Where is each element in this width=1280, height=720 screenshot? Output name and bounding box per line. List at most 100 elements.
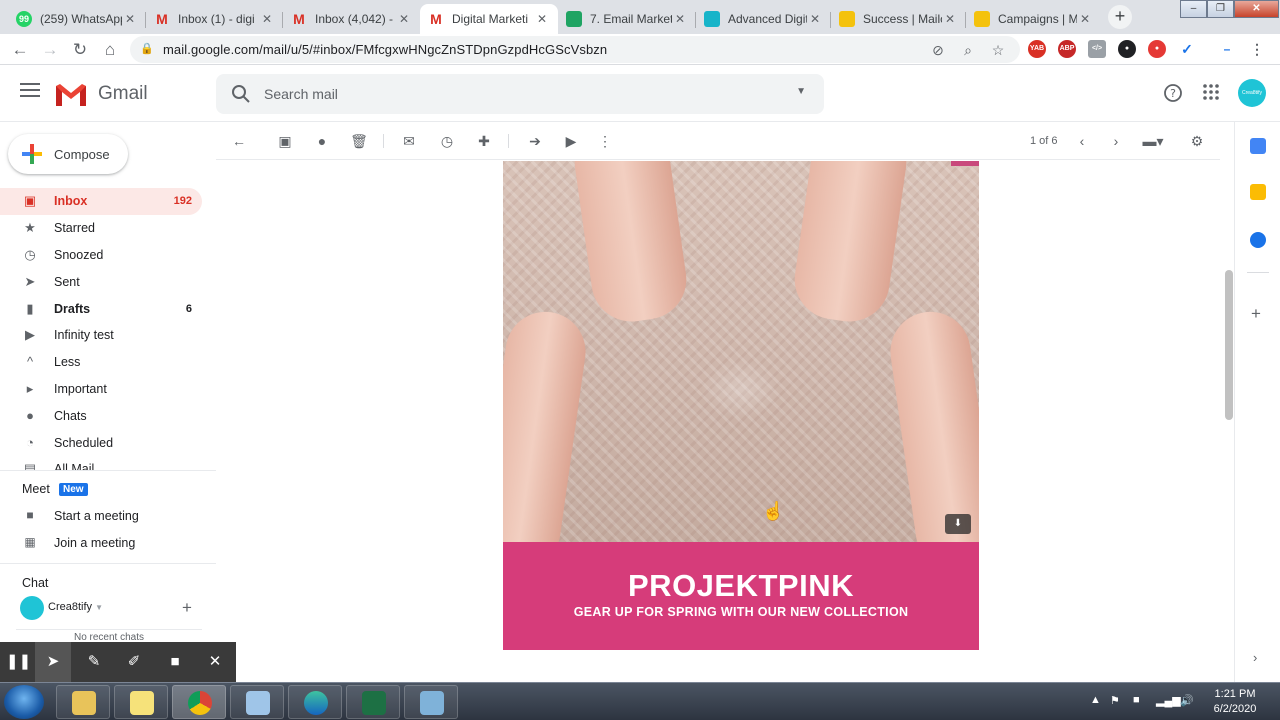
search-icon[interactable] — [230, 83, 252, 105]
browser-tab[interactable]: M Digital Marketi ✕ — [420, 4, 558, 34]
archive-icon[interactable]: ▣ — [276, 132, 294, 150]
minimize-button[interactable]: – — [1180, 0, 1207, 18]
sidebar-item-scheduled[interactable]: ◔ Scheduled — [0, 429, 202, 456]
sidebar-item-infinity-test[interactable]: ▶ Infinity test — [0, 322, 202, 349]
check-extension-icon[interactable]: ✓ — [1178, 40, 1196, 58]
address-bar[interactable]: 🔒 mail.google.com/mail/u/5/#inbox/FMfcgx… — [130, 36, 1020, 63]
keep-icon[interactable] — [1250, 184, 1266, 200]
close-recorder-icon[interactable]: ✕ — [204, 652, 226, 672]
apps-grid-icon[interactable] — [1200, 83, 1222, 105]
bookmark-star-icon[interactable]: ☆ — [988, 40, 1008, 60]
abp-extension-icon[interactable]: ABP — [1058, 40, 1076, 58]
join-meeting-item[interactable]: ▦ Join a meeting — [0, 530, 216, 556]
back-icon[interactable]: ← — [8, 38, 32, 62]
settings-gear-icon[interactable]: ⚙ — [1188, 132, 1206, 150]
volume-icon[interactable]: 🔊 — [1180, 694, 1194, 707]
compose-button[interactable]: Compose — [8, 134, 128, 174]
taskbar-notes[interactable] — [114, 685, 168, 719]
close-tab-icon[interactable]: ✕ — [942, 12, 958, 26]
browser-tab[interactable]: 99 (259) WhatsApp ✕ — [8, 4, 146, 34]
highlighter-icon[interactable]: ✐ — [123, 652, 145, 672]
delete-icon[interactable]: 🗑 — [350, 132, 368, 150]
mark-unread-icon[interactable]: ✉ — [400, 132, 418, 150]
pen-icon[interactable]: ✎ — [83, 652, 105, 672]
close-window-button[interactable]: ✕ — [1234, 0, 1279, 18]
search-options-icon[interactable]: ▼ — [796, 86, 806, 97]
label-icon[interactable]: ▶ — [562, 132, 580, 150]
taskbar-excel[interactable] — [346, 685, 400, 719]
sidebar-item-inbox[interactable]: ▣ Inbox 192 — [0, 188, 202, 215]
more-options-icon[interactable]: ⋮ — [596, 132, 614, 150]
network-signal-icon[interactable]: ▂▄▆ — [1156, 694, 1181, 707]
sidebar-item-chats[interactable]: ● Chats — [0, 402, 202, 429]
system-clock[interactable]: 1:21 PM 6/2/2020 — [1200, 687, 1270, 717]
sidebar-item-drafts[interactable]: ▮ Drafts 6 — [0, 295, 202, 322]
get-addons-icon[interactable]: + — [1251, 304, 1261, 324]
taskbar-explorer[interactable] — [56, 685, 110, 719]
zoom-icon[interactable]: ⌕ — [958, 40, 978, 60]
code-extension-icon[interactable]: </> — [1088, 40, 1106, 58]
browser-tab[interactable]: 7. Email Market ✕ — [558, 4, 696, 34]
scrollbar[interactable] — [1222, 160, 1234, 682]
security-icon[interactable]: ■ — [1133, 694, 1140, 706]
home-icon[interactable]: ⌂ — [98, 38, 122, 62]
browser-tab[interactable]: Advanced Digit ✕ — [696, 4, 831, 34]
start-meeting-item[interactable]: ■ Start a meeting — [0, 503, 216, 529]
reload-icon[interactable]: ↻ — [68, 38, 92, 62]
action-center-flag-icon[interactable]: ⚑ — [1110, 694, 1120, 707]
close-tab-icon[interactable]: ✕ — [672, 12, 688, 26]
extension-icon[interactable]: – — [1218, 40, 1236, 58]
show-hidden-icons[interactable]: ▲ — [1090, 694, 1101, 706]
close-tab-icon[interactable]: ✕ — [807, 12, 823, 26]
new-tab-button[interactable]: + — [1108, 5, 1132, 29]
calendar-icon[interactable] — [1250, 138, 1266, 154]
promo-banner[interactable]: PROJEKTPINK GEAR UP FOR SPRING WITH OUR … — [503, 542, 979, 650]
help-icon[interactable]: ? — [1162, 83, 1184, 105]
main-menu-icon[interactable] — [20, 83, 40, 101]
close-tab-icon[interactable]: ✕ — [1077, 12, 1093, 26]
sidebar-item-sent[interactable]: ➤ Sent — [0, 268, 202, 295]
taskbar-app[interactable] — [404, 685, 458, 719]
pause-icon[interactable]: ❚❚ — [6, 652, 31, 672]
browser-tab[interactable]: Campaigns | M ✕ — [966, 4, 1101, 34]
taskbar-chrome[interactable] — [172, 685, 226, 719]
tasks-icon[interactable] — [1250, 232, 1266, 248]
scrollbar-thumb[interactable] — [1225, 270, 1233, 420]
browser-tab[interactable]: M Inbox (1) - digi ✕ — [146, 4, 283, 34]
sidebar-item-less[interactable]: ^ Less — [0, 349, 202, 376]
start-button-icon[interactable] — [4, 685, 44, 719]
red-extension-icon[interactable]: ● — [1148, 40, 1166, 58]
input-tools-icon[interactable]: ▬▾ — [1138, 132, 1168, 150]
report-spam-icon[interactable]: ● — [313, 132, 331, 150]
sidebar-item-starred[interactable]: ★ Starred — [0, 215, 202, 242]
chrome-menu-icon[interactable]: ⋮ — [1248, 40, 1266, 58]
forward-icon[interactable]: → — [38, 38, 62, 62]
taskbar-edge[interactable] — [288, 685, 342, 719]
blocked-icon[interactable]: ⊘ — [928, 40, 948, 60]
snooze-icon[interactable]: ◷ — [438, 132, 456, 150]
gmail-wordmark[interactable]: Gmail — [98, 83, 148, 105]
taskbar-paint[interactable] — [230, 685, 284, 719]
close-tab-icon[interactable]: ✕ — [259, 12, 275, 26]
webcam-icon[interactable]: ■ — [164, 652, 186, 672]
gmail-logo-icon[interactable] — [54, 82, 88, 108]
download-image-icon[interactable]: ⬇ — [945, 514, 971, 534]
shield-extension-icon[interactable]: ● — [1118, 40, 1136, 58]
yab-extension-icon[interactable]: YAB — [1028, 40, 1046, 58]
search-input[interactable] — [264, 83, 764, 105]
browser-tab[interactable]: Success | Mailc ✕ — [831, 4, 966, 34]
browser-tab[interactable]: M Inbox (4,042) - ✕ — [283, 4, 420, 34]
account-avatar[interactable]: Crea8tify — [1238, 79, 1266, 107]
sidebar-item-important[interactable]: ▸ Important — [0, 376, 202, 403]
add-task-icon[interactable]: ✚ — [475, 132, 493, 150]
pointer-icon[interactable]: ➤ — [35, 642, 71, 682]
close-tab-icon[interactable]: ✕ — [122, 12, 138, 26]
close-tab-icon[interactable]: ✕ — [396, 12, 412, 26]
sidebar-item-snoozed[interactable]: ◷ Snoozed — [0, 242, 202, 269]
back-to-inbox-icon[interactable]: ← — [230, 132, 248, 150]
newer-icon[interactable]: ‹ — [1073, 132, 1091, 150]
restore-button[interactable]: ❐ — [1207, 0, 1234, 18]
older-icon[interactable]: › — [1107, 132, 1125, 150]
url-text[interactable]: mail.google.com/mail/u/5/#inbox/FMfcgxwH… — [163, 42, 607, 57]
move-to-icon[interactable]: ➔ — [526, 132, 544, 150]
